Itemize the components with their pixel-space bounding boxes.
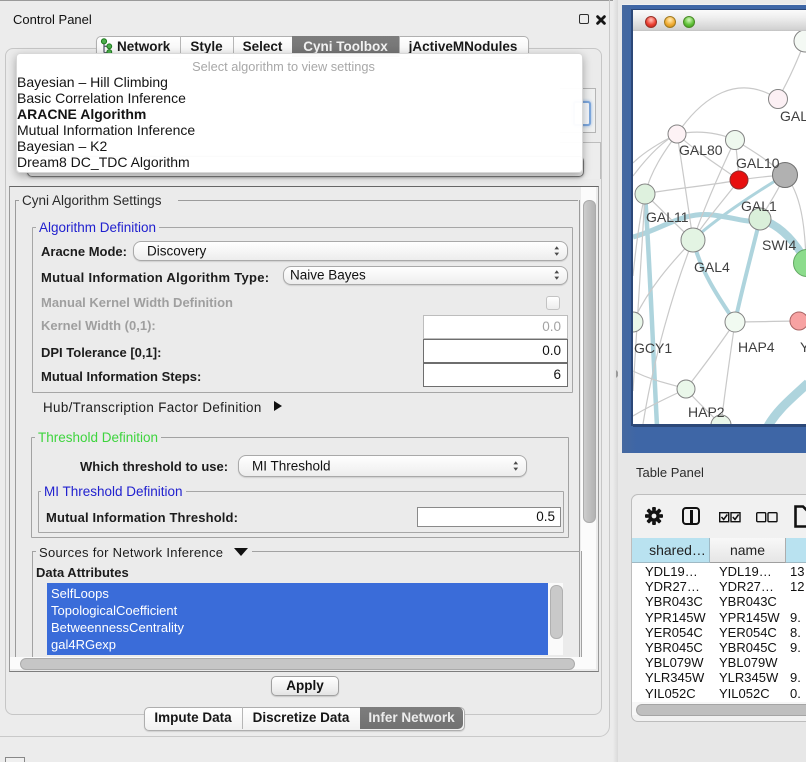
- svg-text:GAL1: GAL1: [741, 198, 777, 214]
- svg-text:HAP4: HAP4: [738, 339, 775, 355]
- svg-text:GCY1: GCY1: [634, 340, 672, 356]
- svg-text:GAL80: GAL80: [679, 142, 723, 158]
- svg-text:SWI4: SWI4: [762, 237, 796, 253]
- svg-text:Y: Y: [800, 339, 806, 355]
- svg-text:GAL4: GAL4: [694, 259, 730, 275]
- svg-text:HAP2: HAP2: [688, 404, 725, 420]
- svg-text:GAL7: GAL7: [780, 108, 806, 124]
- svg-text:GAL11: GAL11: [646, 209, 689, 225]
- svg-text:GAL10: GAL10: [736, 155, 780, 171]
